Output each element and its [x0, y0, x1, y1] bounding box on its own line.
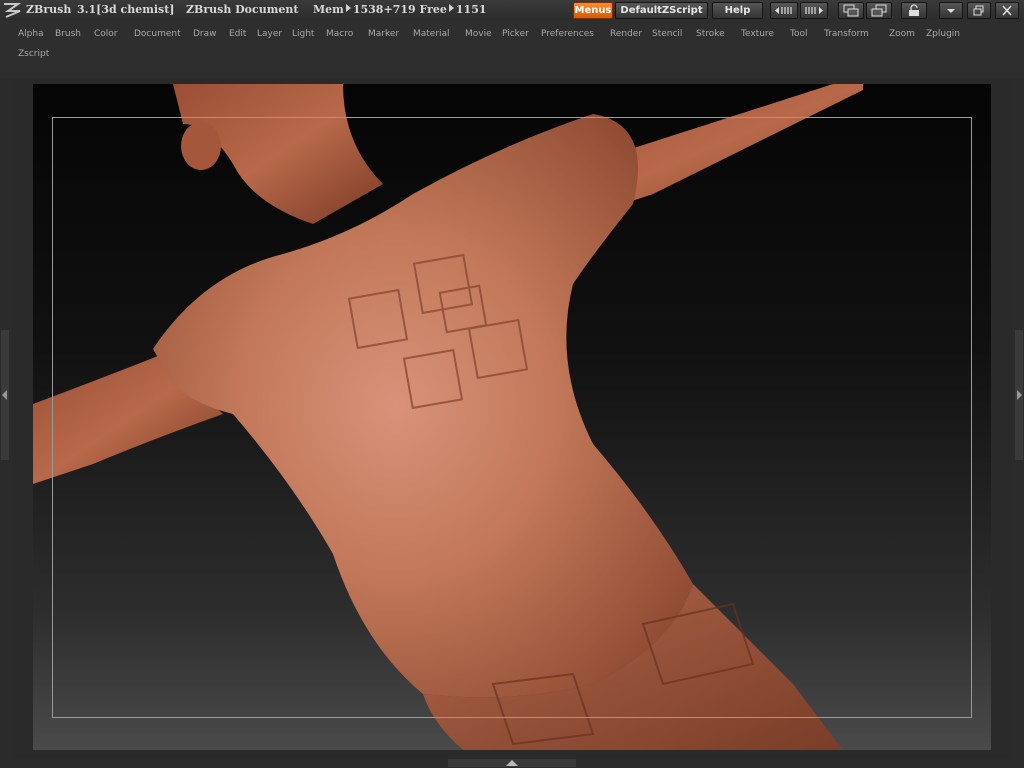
menu-edit[interactable]: Edit [229, 29, 246, 39]
menu-alpha[interactable]: Alpha [18, 29, 44, 39]
menu-macro[interactable]: Macro [326, 29, 353, 39]
right-tray-grip[interactable] [1014, 330, 1024, 460]
menu-row-1: Alpha Brush Color Document Draw Edit Lay… [0, 24, 1024, 42]
free-label: Free [419, 3, 447, 16]
menu-preferences[interactable]: Preferences [541, 29, 594, 39]
app-version: 3.1[3d chemist] [77, 3, 175, 16]
menu-draw[interactable]: Draw [193, 29, 217, 39]
mem-value: 1538+719 [352, 3, 416, 16]
menus-button[interactable]: Menus [573, 2, 613, 19]
document-canvas[interactable] [33, 84, 991, 750]
layout-alt-icon[interactable] [866, 2, 892, 19]
arrow-right-icon [345, 4, 351, 12]
layout-icon[interactable] [838, 2, 864, 19]
menu-movie[interactable]: Movie [465, 29, 492, 39]
menu-tool[interactable]: Tool [790, 29, 807, 39]
menu-layer[interactable]: Layer [257, 29, 282, 39]
bottom-tray-grip[interactable] [448, 758, 576, 768]
menu-light[interactable]: Light [292, 29, 314, 39]
tray-right-icon[interactable] [800, 2, 828, 19]
mem-label: Mem [313, 3, 344, 16]
menu-stencil[interactable]: Stencil [652, 29, 682, 39]
document-title: ZBrush Document [186, 3, 299, 16]
title-bar: ZBrush 3.1[3d chemist] ZBrush Document M… [0, 0, 1024, 20]
menu-bar: Alpha Brush Color Document Draw Edit Lay… [0, 20, 1024, 78]
minimize-icon[interactable] [939, 2, 963, 19]
menu-stroke[interactable]: Stroke [696, 29, 725, 39]
menu-brush[interactable]: Brush [55, 29, 81, 39]
close-icon[interactable] [995, 2, 1019, 19]
arrow-right-icon [448, 4, 454, 12]
menu-document[interactable]: Document [134, 29, 181, 39]
help-button[interactable]: Help [712, 2, 763, 19]
tray-left-icon[interactable] [770, 2, 798, 19]
menu-row-2: Zscript [0, 44, 1024, 62]
menu-zoom[interactable]: Zoom [889, 29, 915, 39]
zbrush-logo-icon [4, 3, 21, 18]
menu-material[interactable]: Material [413, 29, 450, 39]
restore-icon[interactable] [967, 2, 991, 19]
lock-icon[interactable] [901, 2, 927, 19]
menu-marker[interactable]: Marker [368, 29, 399, 39]
default-zscript-button[interactable]: DefaultZScript [615, 2, 708, 19]
menu-transform[interactable]: Transform [824, 29, 869, 39]
free-value: 1151 [455, 3, 487, 16]
menu-zplugin[interactable]: Zplugin [926, 29, 960, 39]
menu-render[interactable]: Render [610, 29, 642, 39]
menu-texture[interactable]: Texture [741, 29, 774, 39]
left-tray-grip[interactable] [0, 330, 10, 460]
app-name: ZBrush [26, 3, 72, 16]
menu-picker[interactable]: Picker [502, 29, 529, 39]
menu-color[interactable]: Color [94, 29, 118, 39]
sculpt-model [33, 84, 863, 750]
menu-zscript[interactable]: Zscript [18, 49, 49, 59]
memory-readout: Mem 1538+719 Free 1151 [313, 3, 487, 16]
